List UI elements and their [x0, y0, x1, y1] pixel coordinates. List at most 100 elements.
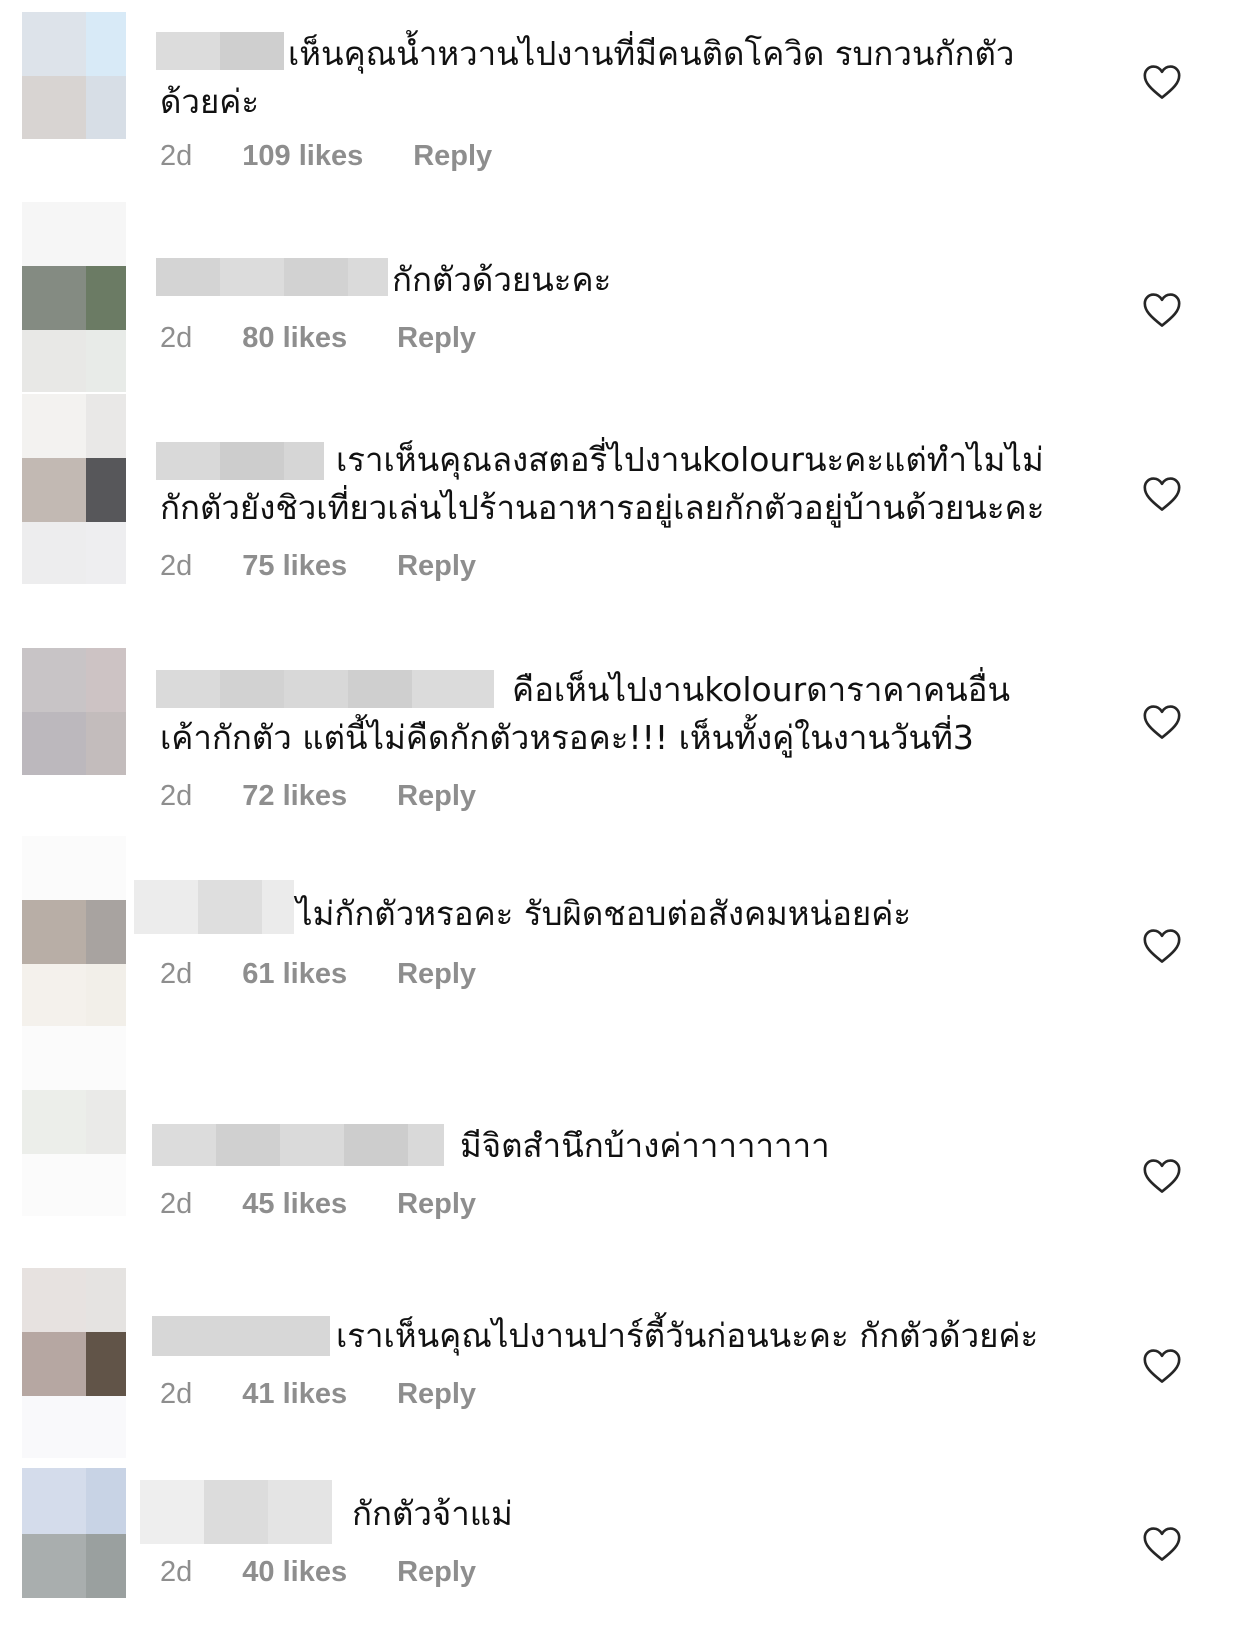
heart-outline-icon[interactable]	[1142, 1158, 1182, 1194]
comment-item: เห็นคุณน้ำหวานไปงานที่มีคนติดโควิด รบกวน…	[0, 0, 1242, 200]
avatar-pixel	[22, 1534, 86, 1598]
avatar-pixel	[86, 458, 126, 522]
avatar-pixel	[86, 1154, 126, 1216]
avatar[interactable]	[22, 394, 126, 584]
heart-outline-icon[interactable]	[1142, 1348, 1182, 1384]
comment-meta: 2d 61 likes Reply	[160, 958, 476, 991]
avatar-pixel	[22, 648, 86, 712]
reply-button[interactable]: Reply	[413, 140, 492, 173]
comment-meta: 2d 75 likes Reply	[160, 550, 476, 583]
comment-text: มีจิตสำนึกบ้างค่าาาาาาาา	[460, 1126, 830, 1165]
avatar-pixel	[86, 1468, 126, 1534]
avatar-pixel	[86, 12, 126, 76]
comment-meta: 2d 45 likes Reply	[160, 1188, 476, 1221]
avatar-pixel	[86, 1332, 126, 1396]
avatar-pixel	[86, 648, 126, 712]
comment-text: ไม่กักตัวหรอคะ รับผิดชอบต่อสังคมหน่อยค่ะ	[296, 894, 912, 933]
heart-outline-icon[interactable]	[1142, 928, 1182, 964]
avatar-pixel	[22, 522, 86, 584]
avatar-pixel	[22, 1090, 86, 1154]
likes-count[interactable]: 45 likes	[242, 1188, 347, 1221]
avatar-pixel	[22, 1268, 86, 1332]
comment-time: 2d	[160, 550, 193, 582]
avatar-pixel	[86, 836, 126, 900]
comment-meta: 2d 40 likes Reply	[160, 1556, 476, 1589]
likes-count[interactable]: 75 likes	[242, 550, 347, 583]
avatar-pixel	[22, 1396, 86, 1458]
reply-button[interactable]: Reply	[397, 958, 476, 991]
comment-item: เราเห็นคุณไปงานปาร์ตี้วันก่อนนะคะ กักตัว…	[0, 1268, 1242, 1458]
avatar[interactable]	[22, 1268, 126, 1458]
likes-count[interactable]: 80 likes	[242, 322, 347, 355]
comment-item: กักตัวจ้าแม่ 2d 40 likes Reply	[0, 1468, 1242, 1631]
comment-text: กักตัวจ้าแม่	[352, 1494, 513, 1533]
reply-button[interactable]: Reply	[397, 550, 476, 583]
comment-text: คือเห็นไปงานkolourดาราคาคนอื่นเค้ากักตัว…	[160, 670, 1011, 757]
avatar-pixel	[22, 12, 86, 76]
comment-time: 2d	[160, 958, 193, 990]
reply-button[interactable]: Reply	[397, 1556, 476, 1589]
comment-meta: 2d 80 likes Reply	[160, 322, 476, 355]
reply-button[interactable]: Reply	[397, 780, 476, 813]
avatar-pixel	[22, 964, 86, 1026]
comment-text: เราเห็นคุณไปงานปาร์ตี้วันก่อนนะคะ กักตัว…	[336, 1316, 1039, 1355]
avatar-pixel	[22, 712, 86, 775]
avatar-pixel	[22, 1468, 86, 1534]
heart-outline-icon[interactable]	[1142, 64, 1182, 100]
avatar-pixel	[22, 76, 86, 139]
likes-count[interactable]: 109 likes	[242, 140, 363, 173]
avatar-pixel	[86, 266, 126, 330]
avatar-pixel	[22, 266, 86, 330]
avatar-pixel	[86, 1534, 126, 1598]
likes-count[interactable]: 61 likes	[242, 958, 347, 991]
comment-meta: 2d 109 likes Reply	[160, 140, 492, 173]
comment-text: เราเห็นคุณลงสตอรี่ไปงานkolourนะคะแต่ทำไม…	[160, 440, 1045, 527]
avatar-pixel	[22, 1332, 86, 1396]
reply-button[interactable]: Reply	[397, 1378, 476, 1411]
avatar-pixel	[86, 202, 126, 266]
comment-item: ไม่กักตัวหรอคะ รับผิดชอบต่อสังคมหน่อยค่ะ…	[0, 836, 1242, 1026]
avatar-pixel	[22, 330, 86, 392]
heart-outline-icon[interactable]	[1142, 1526, 1182, 1562]
avatar[interactable]	[22, 1468, 126, 1598]
avatar-pixel	[22, 900, 86, 964]
reply-button[interactable]: Reply	[397, 1188, 476, 1221]
avatar-pixel	[22, 836, 86, 900]
likes-count[interactable]: 41 likes	[242, 1378, 347, 1411]
comment-item: มีจิตสำนึกบ้างค่าาาาาาาา 2d 45 likes Rep…	[0, 1026, 1242, 1220]
avatar-pixel	[86, 964, 126, 1026]
avatar-pixel	[86, 394, 126, 458]
avatar[interactable]	[22, 1026, 126, 1216]
avatar-pixel	[86, 522, 126, 584]
comment-time: 2d	[160, 1378, 193, 1410]
avatar-pixel	[22, 1154, 86, 1216]
avatar-pixel	[86, 1268, 126, 1332]
comment-time: 2d	[160, 322, 193, 354]
comment-time: 2d	[160, 1556, 193, 1588]
avatar-pixel	[86, 1396, 126, 1458]
reply-button[interactable]: Reply	[397, 322, 476, 355]
avatar-pixel	[22, 458, 86, 522]
likes-count[interactable]: 40 likes	[242, 1556, 347, 1589]
avatar-pixel	[86, 76, 126, 139]
avatar[interactable]	[22, 202, 126, 392]
avatar-pixel	[86, 1090, 126, 1154]
comment-text: เห็นคุณน้ำหวานไปงานที่มีคนติดโควิด รบกวน…	[160, 34, 1015, 121]
comment-meta: 2d 41 likes Reply	[160, 1378, 476, 1411]
avatar[interactable]	[22, 648, 126, 775]
avatar[interactable]	[22, 836, 126, 1026]
avatar-pixel	[86, 330, 126, 392]
comment-time: 2d	[160, 140, 193, 172]
likes-count[interactable]: 72 likes	[242, 780, 347, 813]
comment-meta: 2d 72 likes Reply	[160, 780, 476, 813]
comment-item: คือเห็นไปงานkolourดาราคาคนอื่นเค้ากักตัว…	[0, 632, 1242, 832]
heart-outline-icon[interactable]	[1142, 476, 1182, 512]
avatar-pixel	[22, 1026, 86, 1090]
avatar[interactable]	[22, 12, 126, 139]
comment-time: 2d	[160, 1188, 193, 1220]
avatar-pixel	[22, 394, 86, 458]
avatar-pixel	[86, 712, 126, 775]
heart-outline-icon[interactable]	[1142, 704, 1182, 740]
avatar-pixel	[86, 900, 126, 964]
heart-outline-icon[interactable]	[1142, 292, 1182, 328]
